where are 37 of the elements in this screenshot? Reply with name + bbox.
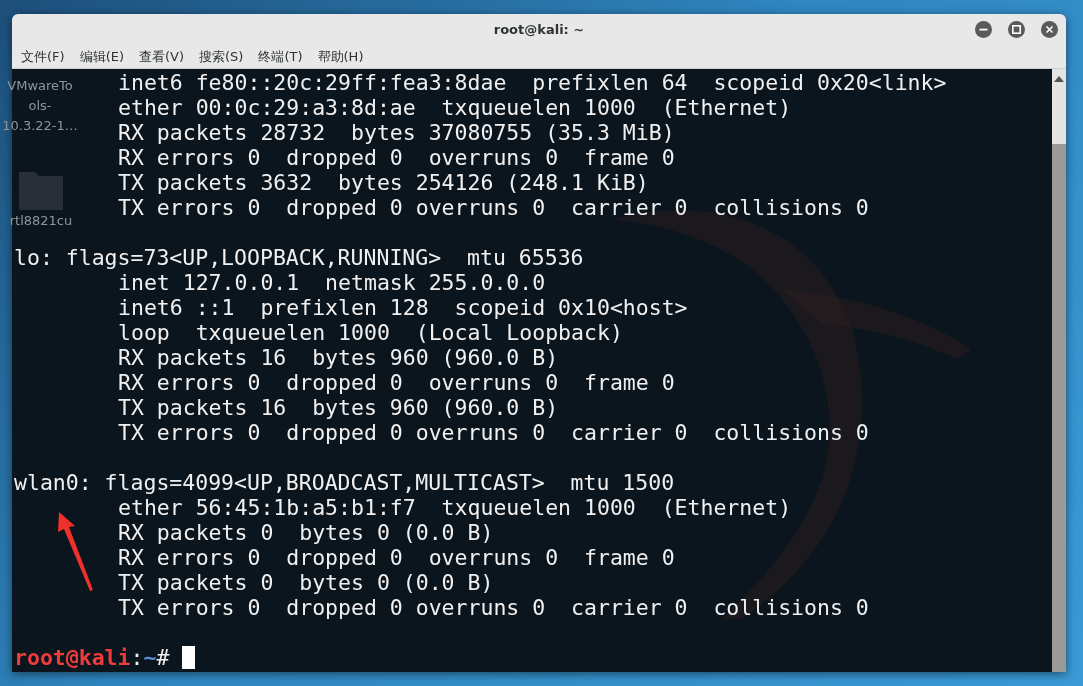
menu-item[interactable]: 帮助(H) (317, 46, 364, 67)
prompt-symbol: # (156, 645, 170, 670)
minimize-icon[interactable] (975, 21, 992, 38)
window-title: root@kali: ~ (493, 20, 585, 39)
output-line: TX errors 0 dropped 0 overruns 0 carrier 0 collisions 0 (118, 420, 869, 445)
menu-item[interactable]: 终端(T) (258, 46, 303, 67)
output-line: TX errors 0 dropped 0 overruns 0 carrier 0 collisions 0 (118, 595, 869, 620)
menu-item[interactable]: 搜索(S) (199, 46, 244, 67)
output-line: lo: flags=73<UP,LOOPBACK,RUNNING> mtu 65536 (14, 245, 584, 270)
text-cursor (182, 646, 196, 669)
close-icon[interactable] (1041, 21, 1058, 38)
menu-item[interactable]: 文件(F) (21, 46, 65, 67)
output-line: RX errors 0 dropped 0 overruns 0 frame 0 (118, 545, 675, 570)
output-line: TX packets 16 bytes 960 (960.0 B) (118, 395, 559, 420)
output-line: inet6 ::1 prefixlen 128 scopeid 0x10<host> (118, 295, 688, 320)
scroll-up-icon[interactable] (1054, 76, 1064, 82)
menu-item[interactable]: 编辑(E) (79, 46, 124, 67)
output-line: RX packets 0 bytes 0 (0.0 B) (118, 520, 494, 545)
output-line: inet6 fe80::20c:29ff:fea3:8dae prefixlen 64 scopeid 0x20<link> (118, 70, 947, 95)
maximize-icon[interactable] (1008, 21, 1025, 38)
output-line: RX packets 16 bytes 960 (960.0 B) (118, 345, 559, 370)
output-line: wlan0: flags=4099<UP,BROADCAST,MULTICAST> mtu 1500 (14, 470, 675, 495)
prompt-path: ~ (143, 645, 157, 670)
output-line: TX errors 0 dropped 0 overruns 0 carrier 0 collisions 0 (118, 195, 869, 220)
desktop-icon-label[interactable]: ols- (28, 96, 52, 116)
menu-item[interactable]: 查看(V) (139, 46, 185, 67)
output-line: inet 127.0.0.1 netmask 255.0.0.0 (118, 270, 546, 295)
output-line: ether 56:45:1b:a5:b1:f7 txqueuelen 1000 (Ethernet) (118, 495, 792, 520)
output-line: TX packets 0 bytes 0 (0.0 B) (118, 570, 494, 595)
prompt-user: root@kali (14, 645, 131, 670)
prompt-separator: : (130, 645, 144, 670)
output-line: RX errors 0 dropped 0 overruns 0 frame 0 (118, 145, 675, 170)
output-line: RX errors 0 dropped 0 overruns 0 frame 0 (118, 370, 675, 395)
output-line: TX packets 3632 bytes 254126 (248.1 KiB) (118, 170, 649, 195)
output-line: ether 00:0c:29:a3:8d:ae txqueuelen 1000 (Ethernet) (118, 95, 792, 120)
output-line: loop txqueuelen 1000 (Local Loopback) (118, 320, 623, 345)
output-line: RX packets 28732 bytes 37080755 (35.3 MiB) (118, 120, 675, 145)
